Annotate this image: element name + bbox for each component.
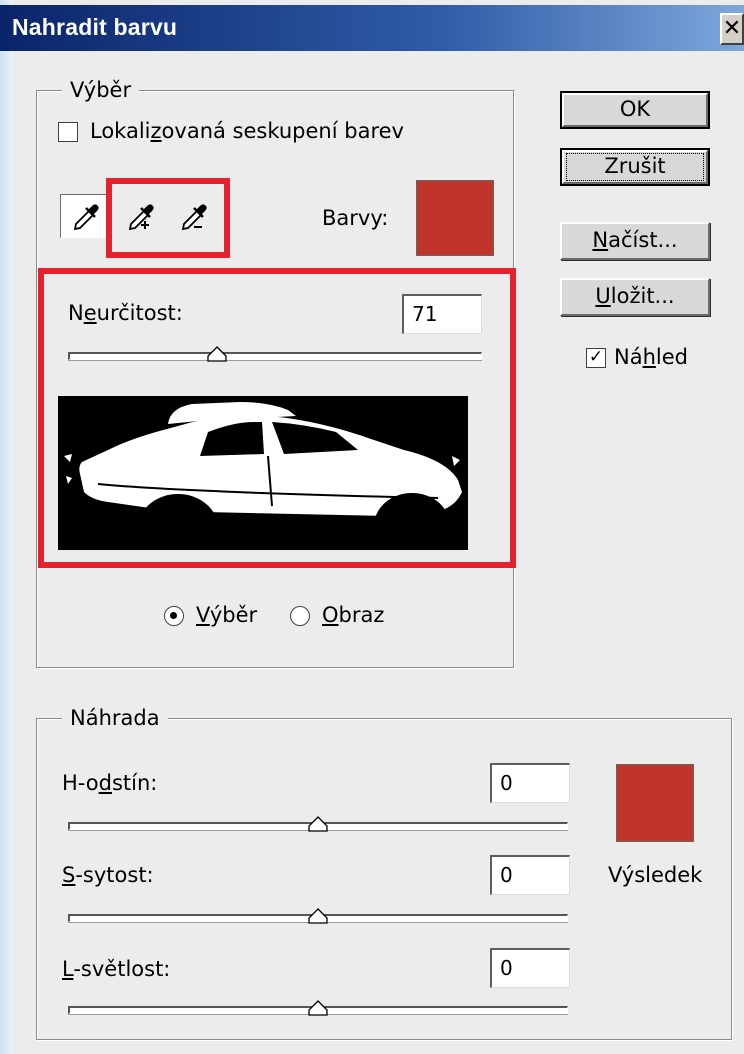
save-button[interactable]: Uložit... (560, 278, 710, 316)
selection-radio-dot (170, 612, 177, 619)
close-icon: ✕ (722, 16, 742, 41)
hue-label: H-odstín: (62, 771, 158, 795)
preview-checkbox-label[interactable]: Náhled (614, 344, 688, 370)
checkmark-icon: ✓ (588, 347, 604, 367)
hue-slider-thumb[interactable] (308, 816, 328, 832)
eyedropper-icon (73, 204, 99, 231)
window-title: Nahradit barvu (12, 14, 178, 40)
image-radio-label[interactable]: Obraz (322, 602, 384, 628)
selection-radio[interactable] (164, 606, 184, 626)
saturation-slider-thumb[interactable] (308, 908, 328, 924)
preview-checkbox[interactable]: ✓ (586, 348, 606, 368)
selection-radio-label[interactable]: Výběr (196, 602, 257, 628)
localized-clusters-checkbox[interactable] (58, 122, 78, 142)
lightness-input[interactable]: 0 (490, 948, 570, 988)
close-button[interactable]: ✕ (720, 13, 744, 45)
image-radio[interactable] (290, 606, 310, 626)
colors-swatch[interactable] (416, 180, 494, 256)
eyedropper-highlight-box (106, 178, 230, 258)
selection-group-title: Výběr (62, 78, 140, 102)
result-swatch[interactable] (616, 764, 694, 842)
colors-label: Barvy: (322, 206, 389, 230)
lightness-label: L-světlost: (62, 957, 171, 981)
localized-clusters-label[interactable]: Lokalizovaná seskupení barev (90, 118, 404, 144)
hue-input[interactable]: 0 (490, 763, 570, 803)
saturation-label: S-sytost: (62, 863, 154, 887)
lightness-slider-thumb[interactable] (308, 1000, 328, 1016)
fuzziness-preview-highlight-box (38, 268, 516, 568)
eyedropper-tool[interactable] (60, 194, 112, 238)
title-bar: Nahradit barvu ✕ (0, 5, 744, 51)
result-label: Výsledek (608, 863, 703, 887)
load-button[interactable]: Načíst... (560, 222, 710, 260)
cancel-button[interactable]: Zrušit (560, 148, 710, 186)
ok-button[interactable]: OK (560, 91, 710, 129)
saturation-input[interactable]: 0 (490, 855, 570, 895)
replacement-group-title: Náhrada (62, 706, 168, 730)
